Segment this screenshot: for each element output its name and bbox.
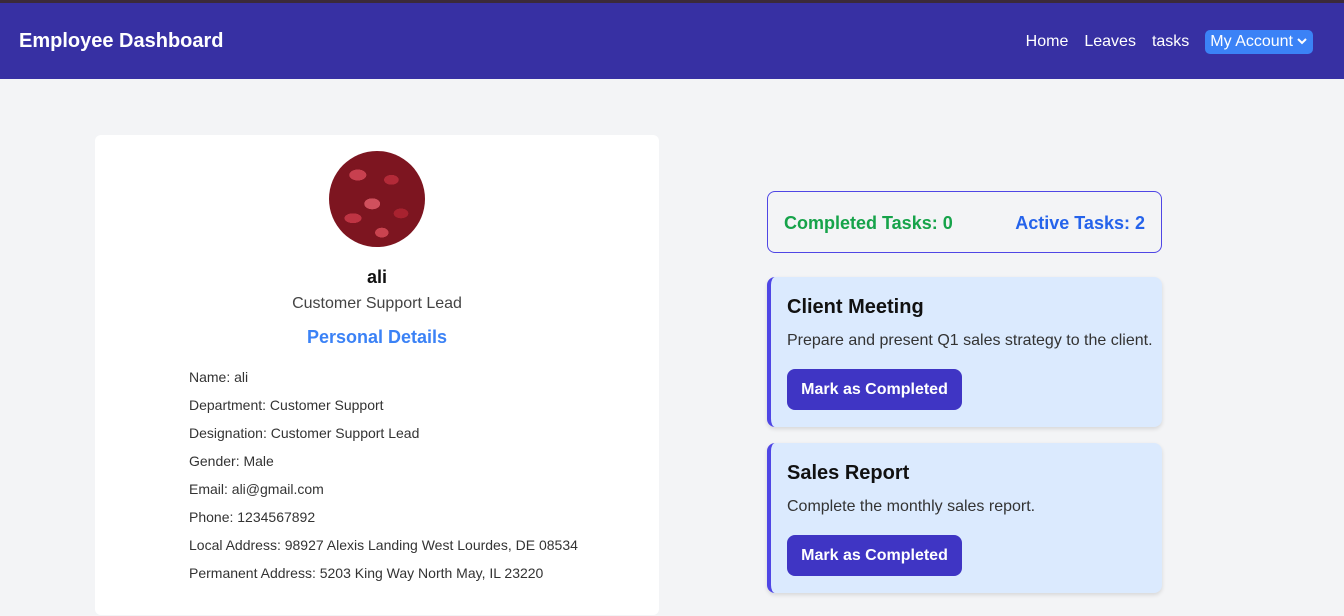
detail-department: Department: Customer Support <box>189 397 384 413</box>
profile-role: Customer Support Lead <box>292 295 462 312</box>
detail-gender: Gender: Male <box>189 453 274 469</box>
chevron-down-icon <box>1297 37 1307 48</box>
mark-completed-button[interactable]: Mark as Completed <box>787 535 962 576</box>
detail-name: Name: ali <box>189 369 249 385</box>
profile-name: ali <box>366 267 387 287</box>
task-title: Sales Report <box>787 462 910 484</box>
nav-tasks-link[interactable]: tasks <box>1152 33 1189 51</box>
nav-leaves-link[interactable]: Leaves <box>1084 33 1136 51</box>
personal-details-heading: Personal Details <box>306 327 448 347</box>
task-title: Client Meeting <box>787 296 924 318</box>
task-card: Sales Report Complete the monthly sales … <box>767 443 1162 593</box>
my-account-label: My Account <box>1210 33 1293 50</box>
avatar <box>329 151 425 247</box>
active-tasks-count: Active Tasks: 2 <box>1015 213 1145 233</box>
nav-home-link[interactable]: Home <box>1026 33 1069 51</box>
my-account-dropdown[interactable]: My Account <box>1205 30 1313 54</box>
detail-local-address: Local Address: 98927 Alexis Landing West… <box>189 537 578 553</box>
nav-links: Home Leaves tasks My Account <box>1010 30 1313 54</box>
completed-tasks-count: Completed Tasks: 0 <box>784 213 953 233</box>
detail-permanent-address: Permanent Address: 5203 King Way North M… <box>189 565 544 581</box>
detail-phone: Phone: 1234567892 <box>189 509 316 525</box>
personal-details-list: Name: ali Department: Customer Support D… <box>189 368 578 592</box>
mark-completed-button[interactable]: Mark as Completed <box>787 369 962 410</box>
profile-card: ali Customer Support Lead Personal Detai… <box>95 135 659 615</box>
task-stats-box: Completed Tasks: 0 Active Tasks: 2 <box>767 191 1162 253</box>
app-title: Employee Dashboard <box>19 30 224 52</box>
task-description: Complete the monthly sales report. <box>787 498 1036 515</box>
detail-designation: Designation: Customer Support Lead <box>189 425 420 441</box>
task-card: Client Meeting Prepare and present Q1 sa… <box>767 277 1162 427</box>
task-description: Prepare and present Q1 sales strategy to… <box>787 332 1153 349</box>
navbar: Employee Dashboard Home Leaves tasks My … <box>0 3 1344 79</box>
detail-email: Email: ali@gmail.com <box>189 481 324 497</box>
